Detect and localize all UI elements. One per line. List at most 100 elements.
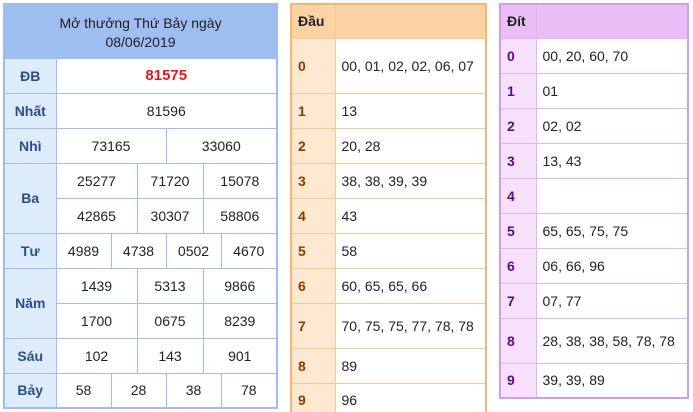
dau-key: 4 bbox=[290, 197, 336, 234]
prize-label: Nhì bbox=[3, 127, 57, 164]
dau-row: 0 00, 01, 02, 02, 06, 07 bbox=[290, 37, 487, 94]
prize-row-nam: Năm 1439 5313 9866 bbox=[3, 267, 278, 339]
prize-row-bay: Bảy 58 28 38 78 bbox=[3, 372, 278, 409]
dau-row: 9 96 bbox=[290, 382, 487, 412]
prize-value: 9866 bbox=[202, 267, 278, 304]
prize-value: 38 bbox=[165, 372, 222, 409]
dit-row: 8 28, 38, 38, 58, 78, 78 bbox=[499, 317, 689, 364]
dit-row: 5 65, 65, 75, 75 bbox=[499, 212, 689, 249]
dit-row: 0 00, 20, 60, 70 bbox=[499, 37, 689, 74]
dit-key: 1 bbox=[499, 72, 537, 109]
dau-value: 43 bbox=[334, 197, 487, 234]
dau-row: 7 70, 75, 75, 77, 78, 78 bbox=[290, 302, 487, 349]
prize-label: Ba bbox=[3, 162, 57, 234]
prize-value: 143 bbox=[136, 337, 204, 374]
dit-table: Đít 0 00, 20, 60, 70 1 01 2 02, 02 3 13,… bbox=[499, 3, 689, 399]
prize-label: ĐB bbox=[3, 57, 57, 94]
prize-row-nhi: Nhì 73165 33060 bbox=[3, 127, 278, 164]
dau-value: 89 bbox=[334, 347, 487, 384]
dit-header-blank bbox=[535, 3, 689, 39]
prize-value: 8239 bbox=[202, 302, 278, 339]
dau-value: 58 bbox=[334, 232, 487, 269]
prize-value: 1700 bbox=[55, 302, 138, 339]
prize-row-sau: Sáu 102 143 901 bbox=[3, 337, 278, 374]
prize-value: 5313 bbox=[136, 267, 204, 304]
prize-label: Tư bbox=[3, 232, 57, 269]
prize-value: 42865 bbox=[55, 197, 138, 234]
dit-key: 4 bbox=[499, 177, 537, 214]
prize-value: 33060 bbox=[165, 127, 278, 164]
dau-value: 20, 28 bbox=[334, 127, 487, 164]
dit-key: 2 bbox=[499, 107, 537, 144]
dit-key: 9 bbox=[499, 362, 537, 399]
dit-key: 6 bbox=[499, 247, 537, 284]
prize-label: Nhất bbox=[3, 92, 57, 129]
prize-value: 58806 bbox=[202, 197, 278, 234]
dau-key: 8 bbox=[290, 347, 336, 384]
prize-row-tu: Tư 4989 4738 0502 4670 bbox=[3, 232, 278, 269]
dit-value: 07, 77 bbox=[535, 282, 689, 319]
dau-row: 6 60, 65, 65, 66 bbox=[290, 267, 487, 304]
dit-key: 5 bbox=[499, 212, 537, 249]
prize-value: 71720 bbox=[136, 162, 204, 199]
dau-key: 5 bbox=[290, 232, 336, 269]
dit-value bbox=[535, 177, 689, 214]
dit-key: 7 bbox=[499, 282, 537, 319]
results-header: Mở thưởng Thứ Bảy ngày 08/06/2019 bbox=[3, 3, 278, 59]
dau-row: 4 43 bbox=[290, 197, 487, 234]
prize-value: 15078 bbox=[202, 162, 278, 199]
dau-value: 13 bbox=[334, 92, 487, 129]
dit-row: 1 01 bbox=[499, 72, 689, 109]
prize-label: Sáu bbox=[3, 337, 57, 374]
dit-value: 39, 39, 89 bbox=[535, 362, 689, 399]
prize-value: 4989 bbox=[55, 232, 112, 269]
prize-value: 58 bbox=[55, 372, 112, 409]
prize-row-ba: Ba 25277 71720 15078 bbox=[3, 162, 278, 234]
dau-value: 60, 65, 65, 66 bbox=[334, 267, 487, 304]
dit-value: 01 bbox=[535, 72, 689, 109]
dau-row: 1 13 bbox=[290, 92, 487, 129]
special-prize-value: 81575 bbox=[55, 57, 278, 94]
dit-value: 06, 66, 96 bbox=[535, 247, 689, 284]
prize-value: 25277 bbox=[55, 162, 138, 199]
prize-value: 73165 bbox=[55, 127, 167, 164]
prize-value: 0675 bbox=[136, 302, 204, 339]
prize-row-db: ĐB 81575 bbox=[3, 57, 278, 94]
dit-key: 8 bbox=[499, 317, 537, 364]
prize-label: Bảy bbox=[3, 372, 57, 409]
dit-value: 28, 38, 38, 58, 78, 78 bbox=[535, 317, 689, 364]
dit-value: 00, 20, 60, 70 bbox=[535, 37, 689, 74]
dit-row: 3 13, 43 bbox=[499, 142, 689, 179]
results-date: 08/06/2019 bbox=[105, 34, 176, 51]
dau-key: 3 bbox=[290, 162, 336, 199]
dit-value: 65, 65, 75, 75 bbox=[535, 212, 689, 249]
dau-key: 7 bbox=[290, 302, 336, 349]
dau-value: 96 bbox=[334, 382, 487, 412]
dau-key: 0 bbox=[290, 37, 336, 94]
dit-header: Đít bbox=[499, 3, 537, 39]
prize-value: 4670 bbox=[220, 232, 278, 269]
results-title: Mở thưởng Thứ Bảy ngày bbox=[59, 15, 222, 32]
prize-value: 102 bbox=[55, 337, 138, 374]
prize-label: Năm bbox=[3, 267, 57, 339]
dit-row: 2 02, 02 bbox=[499, 107, 689, 144]
prize-value: 4738 bbox=[110, 232, 167, 269]
dit-row: 6 06, 66, 96 bbox=[499, 247, 689, 284]
dau-key: 2 bbox=[290, 127, 336, 164]
results-table: Mở thưởng Thứ Bảy ngày 08/06/2019 ĐB 815… bbox=[3, 3, 279, 409]
dit-key: 0 bbox=[499, 37, 537, 74]
dau-header: Đầu bbox=[290, 3, 336, 39]
dau-key: 9 bbox=[290, 382, 336, 412]
dau-value: 70, 75, 75, 77, 78, 78 bbox=[334, 302, 487, 349]
prize-value: 1439 bbox=[55, 267, 138, 304]
dit-value: 02, 02 bbox=[535, 107, 689, 144]
prize-value: 78 bbox=[220, 372, 278, 409]
dau-key: 1 bbox=[290, 92, 336, 129]
dau-table: Đầu 0 00, 01, 02, 02, 06, 07 1 13 2 20, … bbox=[290, 3, 487, 412]
prize-value: 901 bbox=[202, 337, 278, 374]
dau-row: 5 58 bbox=[290, 232, 487, 269]
dau-row: 3 38, 38, 39, 39 bbox=[290, 162, 487, 199]
dit-row: 7 07, 77 bbox=[499, 282, 689, 319]
dau-value: 00, 01, 02, 02, 06, 07 bbox=[334, 37, 487, 94]
dau-row: 2 20, 28 bbox=[290, 127, 487, 164]
